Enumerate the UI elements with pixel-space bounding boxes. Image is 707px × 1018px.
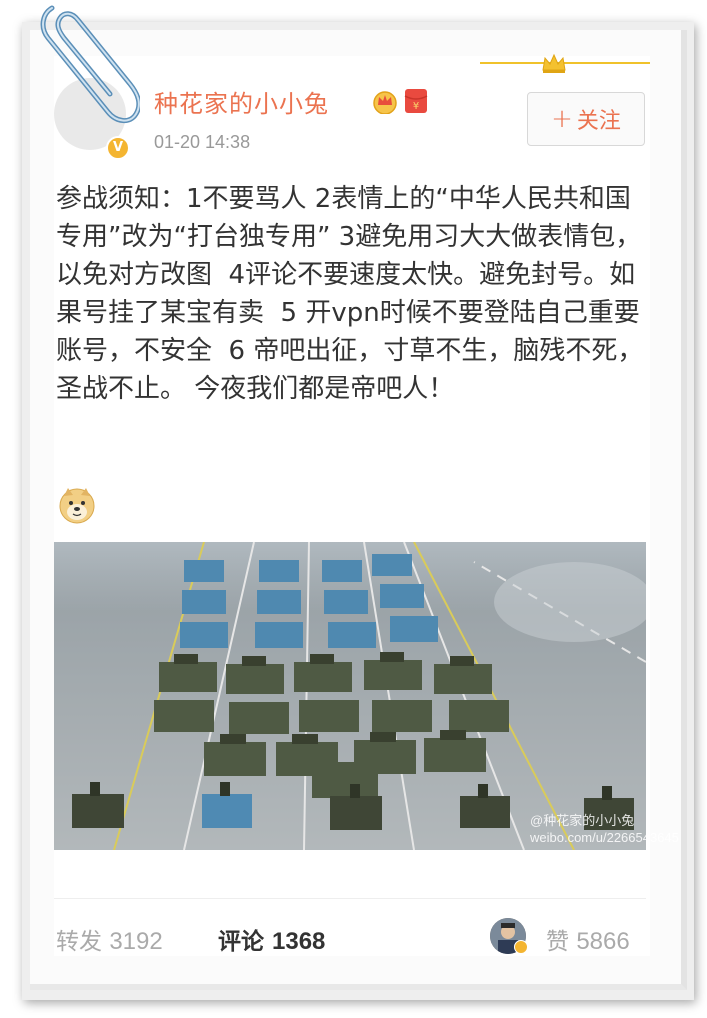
repost-button[interactable]: 转发 3192 — [56, 922, 163, 956]
post-body-text: 参战须知：1不要骂人 2表情上的“中华人民共和国专用”改为“打台独专用” 3避免… — [56, 184, 644, 404]
liker-verified-icon — [514, 940, 528, 954]
verified-badge-icon: V — [106, 136, 130, 160]
paperclip-icon — [40, 5, 140, 123]
crown-icon — [542, 53, 566, 73]
comment-label: 评论 — [218, 929, 264, 955]
image-watermark: @种花家的小小兔 weibo.com/u/2266543645 — [530, 813, 679, 845]
vip-crown-icon[interactable] — [370, 88, 400, 114]
post-timestamp: 01-20 14:38 — [154, 132, 251, 152]
svg-text:¥: ¥ — [413, 101, 419, 112]
repost-label: 转发 — [56, 929, 102, 955]
plus-icon: + — [551, 104, 573, 134]
comment-count: 1368 — [272, 928, 326, 955]
like-button[interactable]: 赞 5866 — [546, 922, 630, 956]
red-packet-icon[interactable]: ¥ — [404, 88, 428, 114]
doge-icon — [59, 488, 95, 524]
follow-button[interactable]: + 关注 — [527, 92, 645, 146]
username-link[interactable]: 种花家的小小兔 — [154, 84, 329, 119]
like-count: 5866 — [576, 928, 630, 955]
repost-count: 3192 — [109, 928, 163, 955]
comment-button[interactable]: 评论 1368 — [218, 922, 325, 956]
military-parade-photo — [54, 542, 646, 850]
like-label: 赞 — [546, 929, 569, 955]
follow-button-label: 关注 — [576, 109, 621, 134]
footer-divider — [54, 898, 646, 899]
post-photo[interactable] — [54, 542, 646, 850]
